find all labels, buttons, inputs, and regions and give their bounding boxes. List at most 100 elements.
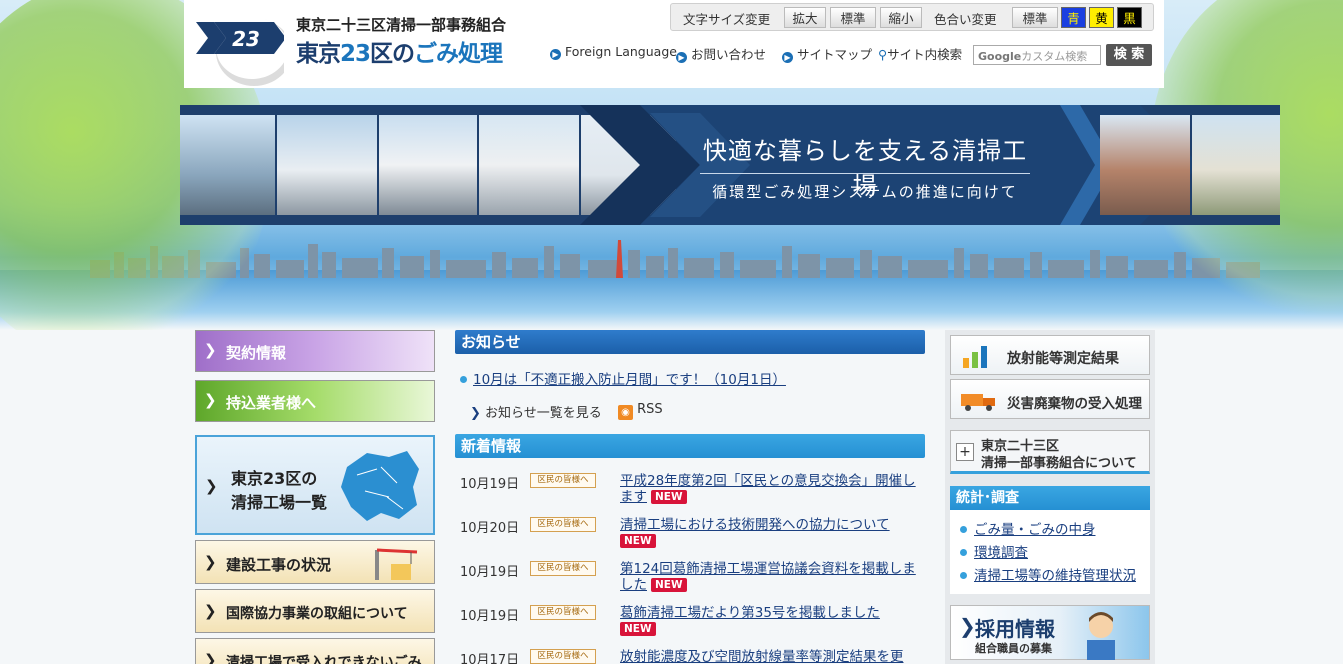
- stats-link-waste-amount[interactable]: ごみ量・ごみの中身: [960, 518, 1096, 538]
- chevron-right-icon: ❯: [204, 553, 217, 571]
- new-badge: NEW: [620, 534, 656, 548]
- news-item-link[interactable]: 第124回葛飾清掃工場運営協議会資料を掲載しました NEW: [620, 561, 920, 593]
- site-title-number: 23: [340, 41, 371, 67]
- search-button[interactable]: 検 索: [1106, 44, 1152, 66]
- chevron-right-icon: ❯: [204, 602, 217, 620]
- category-tag: 区民の皆様へ: [530, 561, 596, 576]
- unacceptable-waste-button[interactable]: ❯ 清掃工場で受入れできないごみ: [195, 638, 435, 664]
- sitemap-link[interactable]: ▶ サイトマップ: [782, 44, 872, 63]
- stats-heading: 統計･調査: [950, 486, 1150, 510]
- rss-link[interactable]: ◉ RSS: [618, 402, 663, 420]
- factory-photo-3: [379, 115, 477, 215]
- news-date: 10月19日: [460, 477, 520, 492]
- category-tag: 区民の皆様へ: [530, 517, 596, 532]
- news-date: 10月19日: [460, 565, 520, 580]
- news-item-link[interactable]: 放射能濃度及び空間放射線量率等測定結果を更: [620, 649, 920, 664]
- search-input[interactable]: Googleカスタム検索: [973, 45, 1101, 65]
- news-heading: 新着情報: [455, 434, 925, 458]
- news-date: 10月20日: [460, 521, 520, 536]
- news-item-link[interactable]: 清掃工場における技術開発への協力について NEW: [620, 517, 920, 549]
- site-search-label: サイト内検索: [887, 47, 963, 62]
- site-title[interactable]: 東京23区のごみ処理: [296, 34, 503, 68]
- font-size-large-button[interactable]: 拡大: [784, 7, 826, 28]
- contact-link[interactable]: ▶ お問い合わせ: [676, 44, 766, 63]
- new-badge: NEW: [651, 490, 687, 504]
- vendor-info-label: 持込業者様へ: [226, 394, 317, 412]
- color-black-button[interactable]: 黒: [1117, 7, 1142, 28]
- sitemap-label: サイトマップ: [797, 47, 873, 62]
- radiation-results-button[interactable]: 放射能等測定結果: [950, 335, 1150, 375]
- color-yellow-button[interactable]: 黄: [1089, 7, 1114, 28]
- stats-link-environment[interactable]: 環境調査: [960, 541, 1028, 561]
- site-search-label-link: ⚲サイト内検索: [878, 44, 962, 63]
- contract-info-label: 契約情報: [226, 344, 287, 362]
- accessibility-toolbar: 文字サイズ変更 拡大 標準 縮小 色合い変更 標準 青 黄 黒: [670, 3, 1154, 31]
- notices-heading: お知らせ: [455, 330, 925, 354]
- notice-link[interactable]: 10月は「不適正搬入防止月間」です！（10月1日）: [473, 372, 786, 388]
- color-label: 色合い変更: [934, 12, 997, 27]
- category-tag: 区民の皆様へ: [530, 473, 596, 488]
- org-name: 東京二十三区清掃一部事務組合: [296, 16, 507, 34]
- color-blue-button[interactable]: 青: [1061, 7, 1086, 28]
- contact-label: お問い合わせ: [691, 47, 767, 62]
- font-size-label: 文字サイズ変更: [683, 12, 771, 27]
- new-badge: NEW: [651, 578, 687, 592]
- recruit-banner[interactable]: ❯ 採用情報 組合職員の募集: [950, 605, 1150, 660]
- tokyo-map-icon: [341, 451, 419, 521]
- site-title-part: 区の: [370, 41, 415, 67]
- font-size-small-button[interactable]: 縮小: [880, 7, 922, 28]
- site-title-part: ごみ処理: [414, 41, 503, 67]
- search-icon: ⚲: [878, 47, 888, 62]
- chevron-right-icon: ❯: [470, 406, 481, 421]
- stats-link-maintenance[interactable]: 清掃工場等の維持管理状況: [960, 564, 1136, 584]
- news-date: 10月17日: [460, 653, 520, 664]
- factory-photo-1: [180, 115, 275, 215]
- unacceptable-waste-label: 清掃工場で受入れできないごみ: [226, 655, 422, 664]
- chevron-right-icon: ❯: [204, 391, 217, 409]
- factory-list-button[interactable]: ❯ 東京23区の 清掃工場一覧: [195, 435, 435, 535]
- new-badge: NEW: [620, 622, 656, 636]
- arrow-right-icon: ▶: [782, 52, 793, 63]
- bar-chart-icon: [963, 346, 987, 368]
- foreign-language-link[interactable]: ▶ Foreign Language: [550, 44, 677, 60]
- about-org-label-2: 清掃一部事務組合について: [981, 456, 1137, 471]
- foreign-language-label: Foreign Language: [565, 44, 677, 59]
- arrow-right-icon: ▶: [676, 52, 687, 63]
- news-date: 10月19日: [460, 609, 520, 624]
- recruit-subtitle: 組合職員の募集: [975, 642, 1052, 655]
- font-size-normal-button[interactable]: 標準: [830, 7, 876, 28]
- logo-number: 23: [232, 27, 260, 51]
- construction-status-label: 建設工事の状況: [226, 556, 332, 574]
- news-item-text: 葛飾清掃工場だより第35号を掲載しました: [620, 605, 880, 621]
- factory-photo-2: [277, 115, 377, 215]
- vendor-info-button[interactable]: ❯ 持込業者様へ: [195, 380, 435, 422]
- color-normal-button[interactable]: 標準: [1012, 7, 1058, 28]
- notice-item[interactable]: 10月は「不適正搬入防止月間」です！（10月1日）: [460, 368, 786, 388]
- search-placeholder: カスタム検索: [1021, 50, 1088, 63]
- factory-photo-7: [1192, 115, 1280, 215]
- news-item-link[interactable]: 平成28年度第2回「区民との意見交換会」開催します NEW: [620, 473, 920, 505]
- rss-icon: ◉: [618, 405, 633, 420]
- chevron-right-icon: ❯: [204, 651, 217, 664]
- banner-subtitle: 循環型ごみ処理システムの推進に向けて: [712, 183, 1018, 201]
- rss-label: RSS: [637, 402, 663, 417]
- notices-list-link[interactable]: ❯ お知らせ一覧を見る: [470, 402, 602, 421]
- news-item-link[interactable]: 葛飾清掃工場だより第35号を掲載しました NEW: [620, 605, 920, 637]
- main-banner[interactable]: 快適な暮らしを支える清掃工場 循環型ごみ処理システムの推進に向けて: [180, 105, 1280, 225]
- chevron-right-icon: ❯: [204, 341, 217, 359]
- factory-list-label-2: 清掃工場一覧: [231, 493, 328, 512]
- factory-photo-4: [479, 115, 579, 215]
- factory-list-label-1: 東京23区の: [231, 469, 318, 488]
- staff-illustration-icon: [1087, 612, 1115, 660]
- category-tag: 区民の皆様へ: [530, 649, 596, 664]
- category-tag: 区民の皆様へ: [530, 605, 596, 620]
- bullet-icon: [460, 376, 467, 383]
- logo-23-icon[interactable]: 23: [194, 18, 284, 86]
- construction-status-button[interactable]: ❯ 建設工事の状況: [195, 540, 435, 584]
- contract-info-button[interactable]: ❯ 契約情報: [195, 330, 435, 372]
- arrow-right-icon: ▶: [550, 49, 561, 60]
- factory-photo-6: [1100, 115, 1190, 215]
- intl-cooperation-button[interactable]: ❯ 国際協力事業の取組について: [195, 589, 435, 633]
- about-org-button[interactable]: + 東京二十三区 清掃一部事務組合について: [950, 430, 1150, 474]
- disaster-waste-button[interactable]: 災害廃棄物の受入処理: [950, 379, 1150, 419]
